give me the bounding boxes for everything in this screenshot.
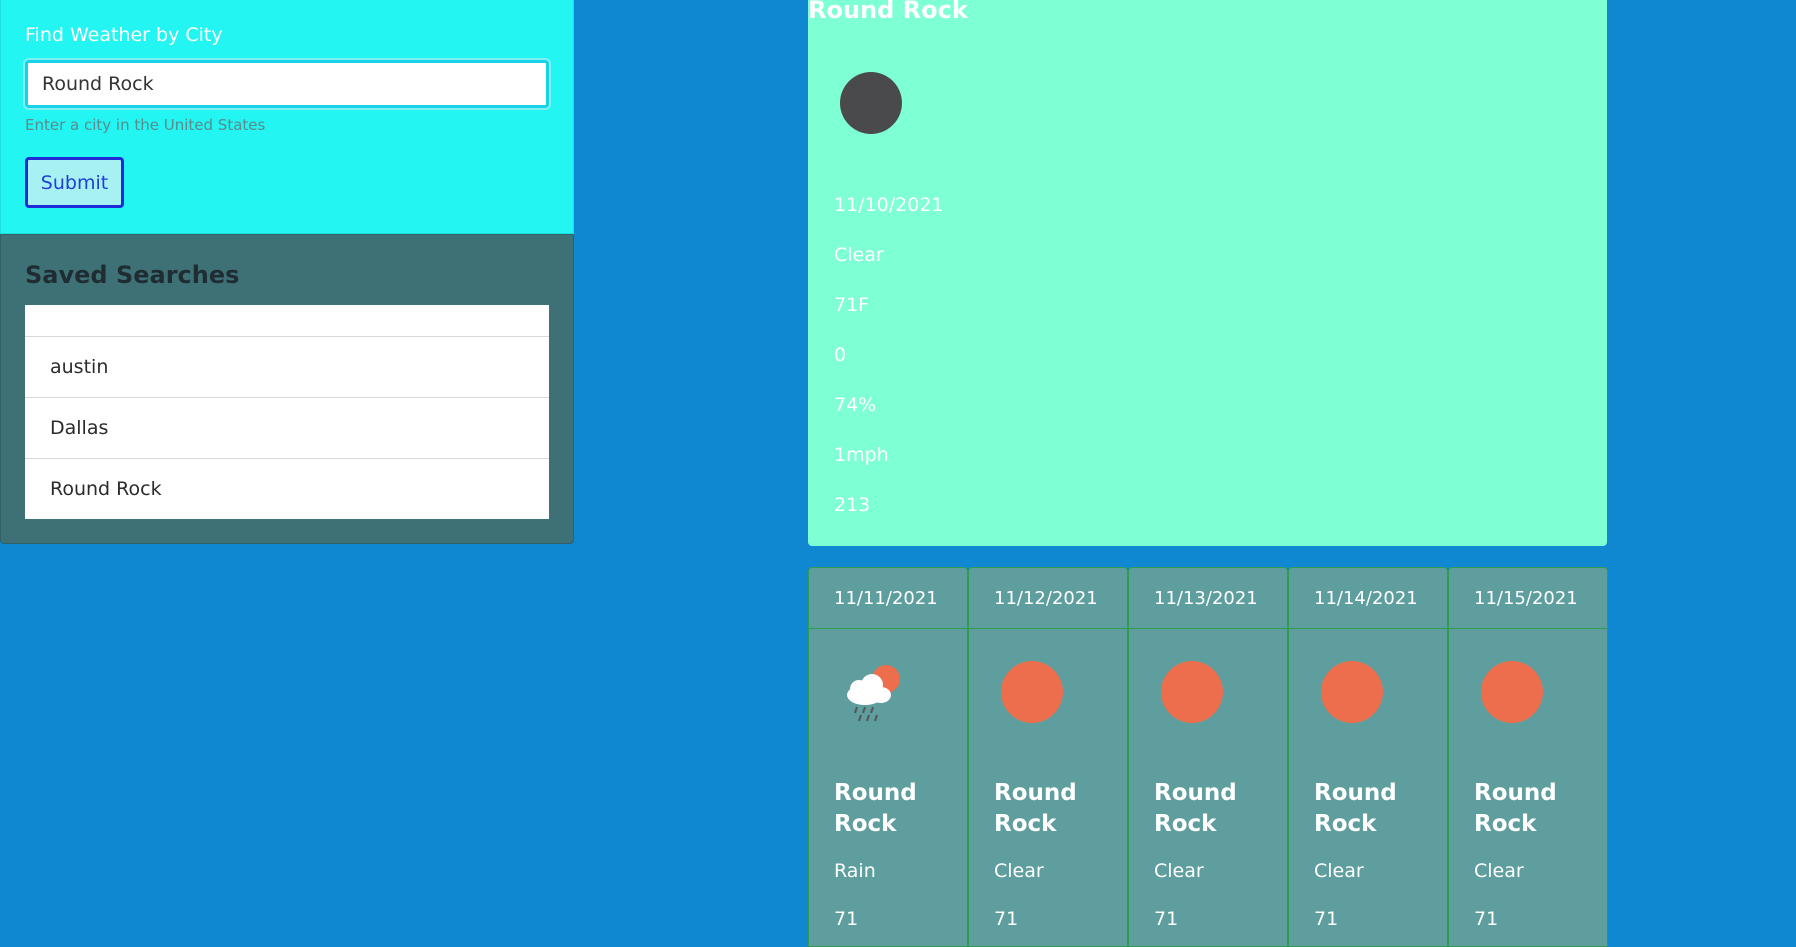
search-hint: Enter a city in the United States <box>25 116 266 134</box>
forecast-condition: Clear <box>1154 860 1204 882</box>
current-humidity: 74% <box>834 394 877 416</box>
forecast-date: 11/12/2021 <box>969 568 1127 629</box>
forecast-condition: Rain <box>834 860 876 882</box>
sun-icon <box>1001 661 1063 723</box>
current-value: 213 <box>834 494 871 516</box>
night-clear-icon <box>840 72 902 134</box>
forecast-condition: Clear <box>1474 860 1524 882</box>
forecast-card: 11/12/2021 Round Rock Clear 71 <box>968 567 1128 947</box>
current-value: 0 <box>834 344 847 366</box>
current-city: Round Rock <box>808 0 968 24</box>
search-panel: Find Weather by City Enter a city in the… <box>0 0 574 234</box>
forecast-card: 11/15/2021 Round Rock Clear 71 <box>1448 567 1608 947</box>
forecast-date: 11/14/2021 <box>1289 568 1447 629</box>
saved-search-item[interactable]: Dallas <box>25 397 549 458</box>
rain-cloud-icon <box>847 665 900 722</box>
sun-icon <box>1321 661 1383 723</box>
forecast-condition: Clear <box>1314 860 1364 882</box>
forecast-date: 11/13/2021 <box>1129 568 1287 629</box>
forecast-card: 11/13/2021 Round Rock Clear 71 <box>1128 567 1288 947</box>
sun-icon <box>1481 661 1543 723</box>
saved-searches-list: austin Dallas Round Rock <box>25 305 549 519</box>
current-wind: 1mph <box>834 444 889 466</box>
forecast-city: Round Rock <box>1474 780 1557 837</box>
current-temperature: 71F <box>834 294 870 316</box>
forecast-date: 11/11/2021 <box>809 568 967 629</box>
forecast-condition: Clear <box>994 860 1044 882</box>
current-condition: Clear <box>834 244 884 266</box>
forecast-city: Round Rock <box>1314 780 1397 837</box>
saved-searches-panel: Saved Searches austin Dallas Round Rock <box>0 234 574 544</box>
forecast-card: 11/14/2021 Round Rock Clear 71 <box>1288 567 1448 947</box>
saved-search-item[interactable]: Round Rock <box>25 458 549 519</box>
saved-searches-title: Saved Searches <box>25 261 240 289</box>
current-date: 11/10/2021 <box>834 194 944 216</box>
forecast-city: Round Rock <box>994 780 1077 837</box>
saved-search-item[interactable]: austin <box>25 336 549 397</box>
submit-button[interactable]: Submit <box>25 157 124 208</box>
saved-search-item[interactable] <box>25 305 549 336</box>
sun-icon <box>1161 661 1223 723</box>
forecast-city: Round Rock <box>1154 780 1237 837</box>
forecast-city: Round Rock <box>834 780 917 837</box>
current-weather-card: Round Rock 11/10/2021 Clear 71F 0 74% 1m… <box>808 0 1607 546</box>
forecast-date: 11/15/2021 <box>1449 568 1607 629</box>
search-label: Find Weather by City <box>25 24 223 46</box>
forecast-card: 11/11/2021 Round Rock Rain 71 <box>808 567 968 947</box>
city-search-input[interactable] <box>25 60 549 108</box>
